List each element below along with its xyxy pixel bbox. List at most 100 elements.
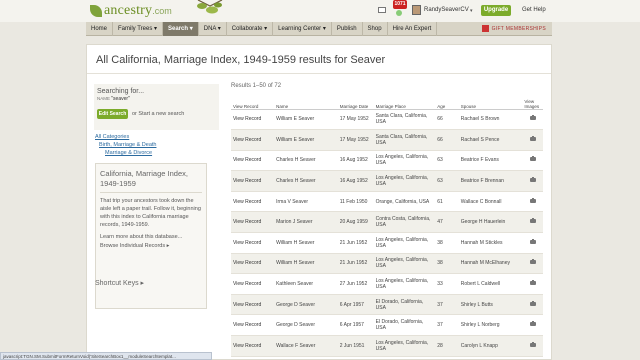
view-record-link[interactable]: View Record (231, 314, 275, 337)
view-record-link[interactable]: View Record (231, 232, 275, 254)
view-record-link[interactable]: View Record (231, 150, 275, 172)
name-cell: Marion J Seaver (274, 211, 338, 234)
start-new-search-link[interactable]: or Start a new search (132, 111, 184, 117)
col-marriage-place[interactable]: Marriage Place (373, 96, 436, 110)
searching-for-heading: Searching for... (97, 88, 145, 95)
marriage-place-cell: Contra Costa, California, USA (373, 211, 436, 234)
name-cell: Charles H Seaver (274, 150, 338, 172)
name-cell: William E Seaver (274, 129, 338, 151)
view-image-cell[interactable] (522, 109, 543, 131)
view-record-link[interactable]: View Record (231, 273, 275, 295)
birth-marriage-death-link[interactable]: Birth, Marriage & Death (95, 141, 156, 149)
camera-icon[interactable] (529, 280, 536, 286)
camera-icon[interactable] (529, 238, 536, 244)
view-record-link[interactable]: View Record (231, 129, 275, 151)
age-cell: 63 (435, 150, 459, 172)
search-name-row: NAME "seaver" (97, 96, 216, 102)
camera-icon[interactable] (529, 115, 536, 121)
camera-icon[interactable] (529, 177, 536, 183)
camera-icon[interactable] (529, 156, 536, 162)
get-help-link[interactable]: Get Help (522, 7, 546, 13)
nav-hire-expert[interactable]: Hire An Expert (388, 22, 438, 36)
spouse-cell: Beatrice F Brennan (458, 170, 523, 192)
camera-icon[interactable] (529, 259, 536, 265)
logo-word: ancestry (104, 3, 153, 18)
table-row: View Record George D Seaver 6 Apr 1957 El D… (231, 314, 543, 337)
name-cell: Wallace F Seaver (274, 335, 338, 357)
camera-icon[interactable] (529, 197, 536, 203)
name-value: "seaver" (111, 96, 130, 102)
hint-icon[interactable] (396, 10, 402, 16)
camera-icon[interactable] (529, 300, 536, 306)
age-cell: 33 (435, 273, 459, 295)
table-row: View Record William H Seaver 21 Jun 1952 Lo… (231, 232, 543, 254)
gift-memberships-link[interactable]: GIFT MEMBERSHIPS (476, 22, 552, 35)
age-cell: 38 (435, 232, 459, 254)
camera-icon[interactable] (529, 341, 536, 347)
nav-collaborate[interactable]: Collaborate ▾ (227, 22, 274, 36)
browse-records-link[interactable]: Browse Individual Records ▸ (100, 242, 202, 251)
col-spouse[interactable]: Spouse (458, 96, 523, 110)
col-age[interactable]: Age (435, 96, 459, 110)
mail-icon[interactable] (378, 7, 386, 13)
chevron-down-icon[interactable]: ▾ (470, 8, 473, 14)
collection-info-panel: California, Marriage Index, 1949-1959 Th… (95, 163, 207, 309)
camera-icon[interactable] (529, 321, 536, 327)
username[interactable]: RandySeaverCV (424, 7, 469, 13)
view-image-cell[interactable] (522, 294, 543, 316)
view-image-cell[interactable] (522, 335, 543, 357)
page-title: All California, Marriage Index, 1949-195… (96, 54, 386, 66)
age-cell: 38 (435, 253, 459, 275)
nav-learning-center[interactable]: Learning Center ▾ (273, 22, 332, 36)
view-record-link[interactable]: View Record (231, 191, 275, 213)
age-cell: 37 (435, 314, 459, 337)
upgrade-button[interactable]: Upgrade (481, 5, 511, 16)
marriage-place-cell: Santa Clara, California, USA (373, 109, 436, 131)
spouse-cell: Shirley L Norberg (458, 314, 523, 337)
view-image-cell[interactable] (522, 253, 543, 275)
nav-publish[interactable]: Publish (332, 22, 363, 36)
table-row: View Record Wallace F Seaver 2 Jun 1951 Los… (231, 335, 543, 357)
shortcut-keys-link[interactable]: Shortcut Keys ▸ (95, 279, 144, 287)
view-record-link[interactable]: View Record (231, 253, 275, 275)
view-image-cell[interactable] (522, 273, 543, 295)
col-view-images: View Images (522, 96, 543, 110)
nav-dna[interactable]: DNA ▾ (199, 22, 227, 36)
gift-label: GIFT MEMBERSHIPS (491, 25, 546, 32)
view-image-cell[interactable] (522, 170, 543, 192)
notification-badge[interactable]: 1071 (393, 0, 407, 9)
avatar[interactable] (412, 5, 421, 15)
col-marriage-date[interactable]: Marriage Date (337, 96, 374, 110)
col-name[interactable]: Name (274, 96, 338, 110)
view-image-cell[interactable] (522, 211, 543, 234)
camera-icon[interactable] (529, 218, 536, 224)
marriage-place-cell: Los Angeles, California, USA (373, 232, 436, 254)
table-row: View Record Charles H Seaver 16 Aug 1952 Lo… (231, 150, 543, 172)
marriage-divorce-link[interactable]: Marriage & Divorce (95, 149, 156, 157)
name-cell: George D Seaver (274, 294, 338, 316)
view-record-link[interactable]: View Record (231, 211, 275, 234)
all-categories-link[interactable]: All Categories (95, 133, 156, 141)
view-record-link[interactable]: View Record (231, 109, 275, 131)
name-cell: Kathleen Seaver (274, 273, 338, 295)
view-image-cell[interactable] (522, 232, 543, 254)
edit-search-button[interactable]: Edit Search (97, 109, 128, 119)
nav-search[interactable]: Search ▾ (163, 22, 199, 36)
view-image-cell[interactable] (522, 150, 543, 172)
learn-more-link[interactable]: Learn more about this database... (100, 233, 202, 242)
camera-icon[interactable] (529, 135, 536, 141)
view-record-link[interactable]: View Record (231, 294, 275, 316)
age-cell: 66 (435, 129, 459, 151)
view-image-cell[interactable] (522, 191, 543, 213)
marriage-place-cell: Los Angeles, California, USA (373, 273, 436, 295)
name-cell: William E Seaver (274, 109, 338, 131)
nav-family-trees[interactable]: Family Trees ▾ (113, 22, 164, 36)
view-record-link[interactable]: View Record (231, 335, 275, 357)
results-count: Results 1–50 of 72 (231, 83, 282, 89)
view-image-cell[interactable] (522, 314, 543, 337)
nav-home[interactable]: Home (86, 22, 114, 36)
ancestry-logo[interactable]: ancestry .com (90, 3, 172, 19)
nav-shop[interactable]: Shop (363, 22, 388, 36)
view-record-link[interactable]: View Record (231, 170, 275, 192)
view-image-cell[interactable] (522, 129, 543, 151)
